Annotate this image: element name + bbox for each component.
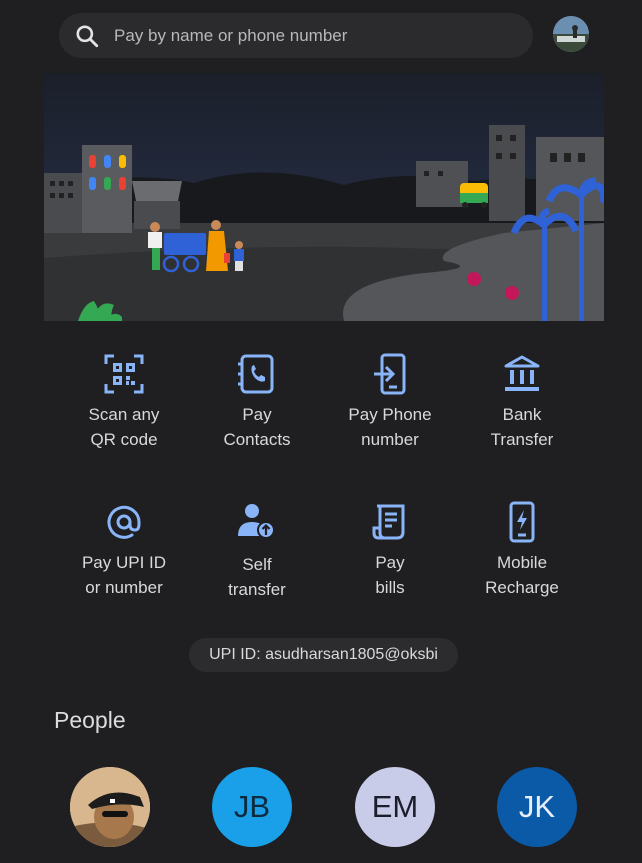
person-photo-icon [70, 767, 150, 847]
search-bar[interactable]: Pay by name or phone number [59, 13, 533, 58]
action-label-line1: Bank [502, 405, 542, 424]
at-icon [107, 505, 141, 539]
action-label-line2: or number [85, 578, 163, 597]
contacts-icon [238, 354, 274, 394]
search-input[interactable]: Pay by name or phone number [114, 26, 347, 46]
action-label-line1: Scan any [88, 405, 160, 424]
search-icon [76, 24, 99, 47]
contact-avatar-jb[interactable]: JB [212, 767, 292, 847]
bill-icon [372, 504, 405, 540]
bank-transfer-button[interactable]: Bank Transfer [456, 352, 588, 452]
action-label-line2: transfer [228, 580, 286, 599]
self-transfer-icon [238, 504, 275, 539]
action-label-line2: QR code [90, 430, 158, 449]
action-label-line1: Mobile [496, 553, 548, 572]
action-label-line1: Pay [375, 553, 405, 572]
promo-banner [44, 73, 604, 321]
scan-qr-button[interactable]: Scan any QR code [58, 352, 190, 452]
contact-avatar-photo[interactable] [70, 767, 150, 847]
action-label-line2: Transfer [490, 430, 554, 449]
action-label-line1: Self [242, 555, 272, 574]
mobile-recharge-icon [509, 501, 535, 543]
action-label-line2: Recharge [485, 578, 559, 597]
action-label-line2: number [361, 430, 419, 449]
upi-id-chip[interactable]: UPI ID: asudharsan1805@oksbi [189, 638, 458, 672]
pay-bills-button[interactable]: Pay bills [324, 500, 456, 600]
qr-scan-icon [104, 354, 144, 394]
action-label-line1: Pay UPI ID [81, 553, 167, 572]
account-avatar[interactable] [553, 16, 589, 52]
self-transfer-button[interactable]: Self transfer [191, 500, 323, 602]
phone-pay-icon [374, 353, 406, 395]
action-label-line1: Pay Phone [348, 405, 432, 424]
pay-upi-id-button[interactable]: Pay UPI ID or number [58, 500, 190, 600]
pay-phone-number-button[interactable]: Pay Phone number [324, 352, 456, 452]
mobile-recharge-button[interactable]: Mobile Recharge [456, 500, 588, 600]
bank-icon [504, 355, 540, 391]
pay-contacts-button[interactable]: Pay Contacts [191, 352, 323, 452]
contact-avatar-jk[interactable]: JK [497, 767, 577, 847]
people-section-title: People [54, 707, 126, 733]
contact-avatar-em[interactable]: EM [355, 767, 435, 847]
action-label-line2: Contacts [223, 430, 291, 449]
action-label-line1: Pay [242, 405, 272, 424]
action-label-line2: bills [375, 578, 405, 597]
